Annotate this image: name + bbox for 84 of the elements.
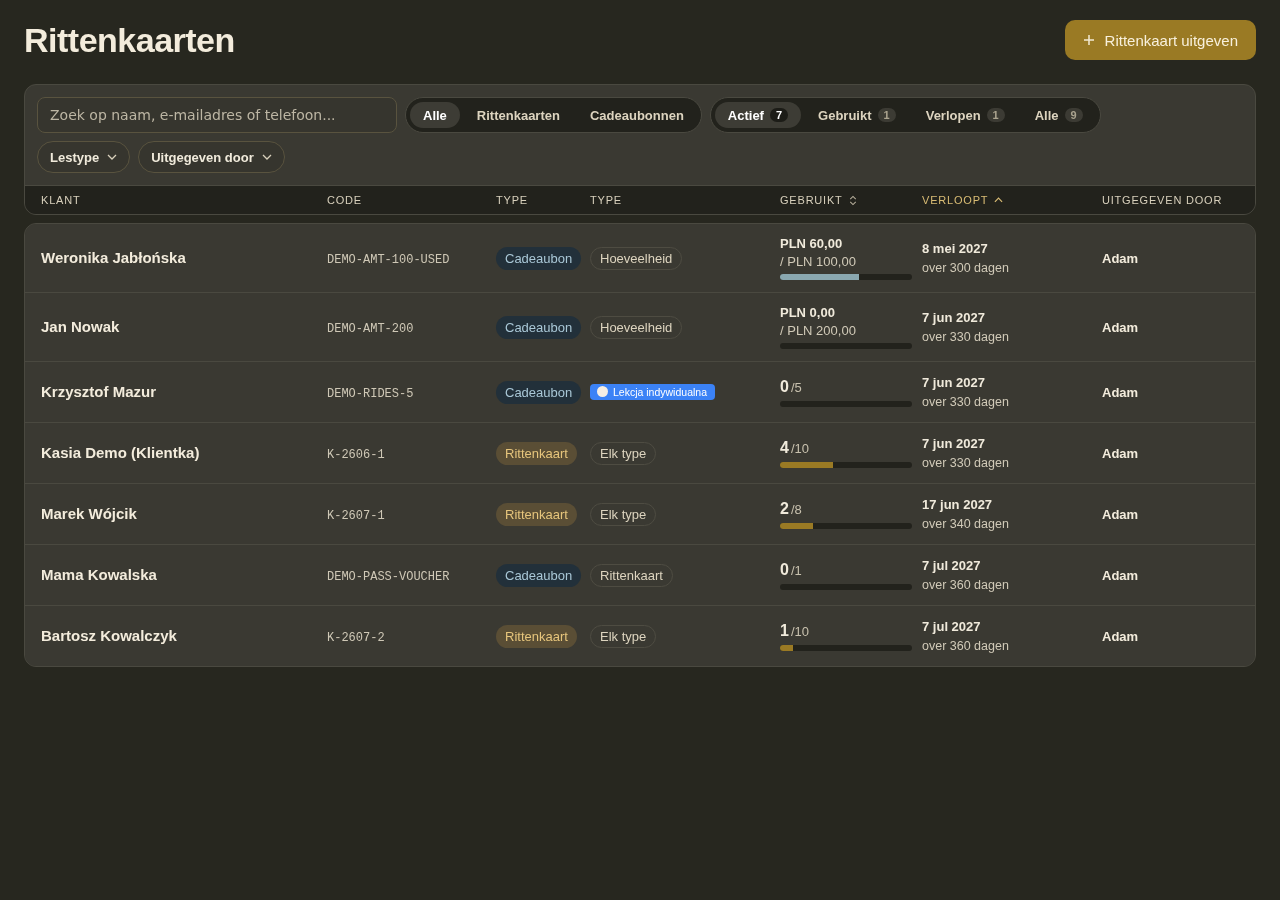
issuer-name: Adam [1102, 251, 1139, 266]
expiry-date: 7 jun 2027 [922, 375, 986, 390]
type-badge: Rittenkaart [496, 441, 577, 465]
type-tab[interactable]: Alle [410, 102, 460, 128]
type-badge: Rittenkaart [496, 624, 577, 648]
client-name: Kasia Demo (Klientka) [41, 444, 200, 461]
issuer-name: Adam [1102, 446, 1139, 461]
plus-icon [1082, 34, 1095, 46]
issuer-name: Adam [1102, 385, 1139, 400]
column-header[interactable]: GEBRUIKT [780, 194, 843, 206]
column-header: TYPE [590, 194, 622, 206]
used-count: 4 [780, 438, 789, 457]
card-code: K-2607-2 [327, 631, 385, 645]
used-amount: PLN 0,00 [780, 305, 836, 320]
count-badge: 1 [877, 108, 896, 122]
count-badge: 1 [986, 108, 1005, 122]
used-amount: PLN 60,00 [780, 236, 844, 251]
type-badge: Cadeaubon [496, 246, 582, 270]
column-header: CODE [327, 194, 362, 206]
chevron-down-icon [261, 154, 272, 160]
column-header: TYPE [496, 194, 528, 206]
chevron-down-icon [107, 154, 118, 160]
issuer-name: Adam [1102, 568, 1139, 583]
expiry-date: 7 jul 2027 [922, 558, 982, 573]
type-badge: Cadeaubon [496, 380, 582, 404]
total-count: /5 [790, 379, 802, 395]
type-tab[interactable]: Cadeaubonnen [576, 102, 697, 128]
card-code: DEMO-AMT-200 [327, 322, 414, 336]
total-count: /8 [790, 501, 802, 517]
card-code: K-2606-1 [327, 448, 385, 462]
issuer-name: Adam [1102, 507, 1139, 522]
used-count: 0 [780, 560, 789, 579]
client-name: Jan Nowak [41, 318, 120, 335]
type-tab[interactable]: Rittenkaarten [463, 102, 573, 128]
expiry-relative: over 360 dagen [922, 639, 1010, 653]
status-tab[interactable]: Actief 7 [714, 102, 802, 128]
used-count: 0 [780, 377, 789, 396]
status-tab[interactable]: Verlopen 1 [912, 102, 1018, 128]
client-name: Krzysztof Mazur [41, 383, 156, 400]
expiry-relative: over 340 dagen [922, 517, 1010, 531]
page-title: Rittenkaarten [24, 20, 235, 60]
total-amount: / PLN 200,00 [780, 323, 857, 338]
filter-dropdown[interactable]: Lestype [37, 141, 131, 173]
total-amount: / PLN 100,00 [780, 254, 857, 269]
column-header[interactable]: VERLOOPT [922, 194, 989, 206]
client-name: Marek Wójcik [41, 505, 137, 522]
client-name: Bartosz Kowalczyk [41, 627, 177, 644]
expiry-date: 17 jun 2027 [922, 497, 994, 512]
total-count: /1 [790, 562, 802, 578]
dot-icon [597, 386, 608, 397]
type-badge: Rittenkaart [496, 502, 577, 526]
issuer-name: Adam [1102, 320, 1139, 335]
used-count: 1 [780, 621, 789, 640]
expiry-relative: over 300 dagen [922, 261, 1010, 275]
client-name: Weronika Jabłońska [41, 249, 186, 266]
expiry-relative: over 330 dagen [922, 456, 1010, 470]
type-badge: Cadeaubon [496, 315, 582, 339]
column-header: UITGEGEVEN DOOR [1102, 194, 1223, 206]
card-code: DEMO-AMT-100-USED [327, 253, 450, 267]
lesson-type-label: Lekcja indywidualna [613, 385, 707, 398]
used-count: 2 [780, 499, 789, 518]
total-count: /10 [790, 623, 809, 639]
expiry-date: 7 jun 2027 [922, 310, 986, 325]
client-name: Mama Kowalska [41, 566, 157, 583]
total-count: /10 [790, 440, 809, 456]
expiry-relative: over 360 dagen [922, 578, 1010, 592]
status-tab[interactable]: Alle 9 [1021, 102, 1096, 128]
column-header: KLANT [41, 194, 81, 206]
search-field[interactable]: Zoek op naam, e-mailadres of telefoon... [37, 97, 397, 133]
type-badge: Cadeaubon [496, 563, 582, 587]
expiry-date: 8 mei 2027 [922, 241, 989, 256]
count-badge: 7 [769, 108, 789, 122]
expiry-relative: over 330 dagen [922, 395, 1010, 409]
filter-dropdown[interactable]: Uitgegeven door [138, 141, 285, 173]
count-badge: 9 [1064, 108, 1083, 122]
expiry-date: 7 jun 2027 [922, 436, 986, 451]
status-tab[interactable]: Gebruikt 1 [805, 102, 909, 128]
card-code: DEMO-PASS-VOUCHER [327, 570, 450, 584]
issue-button[interactable]: Rittenkaart uitgeven [1064, 20, 1256, 60]
expiry-date: 7 jul 2027 [922, 619, 982, 634]
card-code: DEMO-RIDES-5 [327, 387, 414, 401]
issuer-name: Adam [1102, 629, 1139, 644]
card-code: K-2607-1 [327, 509, 385, 523]
expiry-relative: over 330 dagen [922, 330, 1010, 344]
